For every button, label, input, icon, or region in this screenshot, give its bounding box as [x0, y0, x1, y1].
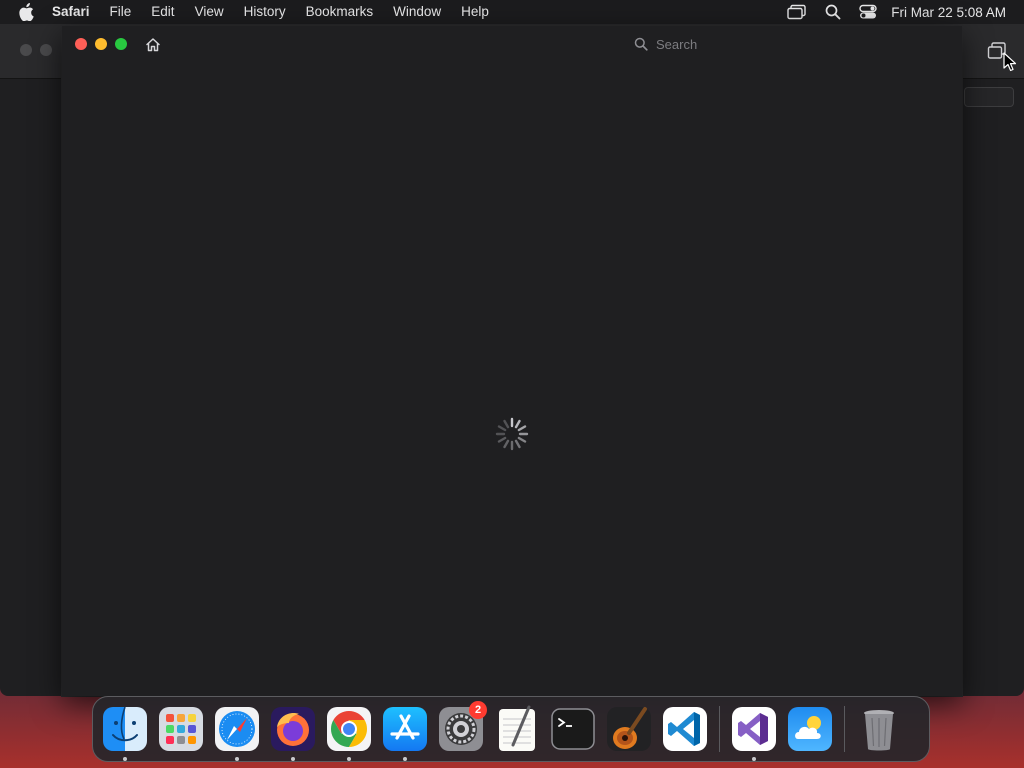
zoom-button[interactable] [115, 38, 127, 50]
dock-finder[interactable] [101, 705, 149, 761]
textedit-icon [499, 705, 535, 751]
safari-icon [215, 707, 259, 751]
minimize-button[interactable] [95, 38, 107, 50]
dock-weather[interactable] [786, 705, 834, 753]
running-indicator [347, 757, 351, 761]
menu-clock[interactable]: Fri Mar 22 5:08 AM [891, 5, 1006, 20]
background-window-field[interactable] [964, 87, 1014, 107]
terminal-icon [551, 708, 595, 750]
dock-separator [844, 706, 845, 752]
home-icon[interactable] [144, 36, 162, 52]
dock-safari[interactable] [213, 705, 261, 761]
menu-help[interactable]: Help [461, 0, 489, 24]
running-indicator [752, 757, 756, 761]
running-indicator [403, 757, 407, 761]
visual-studio-icon [732, 707, 776, 751]
dock-app-store[interactable] [381, 705, 429, 761]
notification-badge: 2 [469, 701, 487, 719]
safari-window [62, 26, 962, 696]
mouse-cursor-icon [1003, 52, 1017, 72]
weather-icon [788, 707, 832, 751]
menu-bar: Safari File Edit View History Bookmarks … [0, 0, 1024, 25]
dock-textedit[interactable] [493, 705, 541, 753]
safari-toolbar [62, 26, 962, 62]
app-store-icon [383, 707, 427, 751]
menu-bookmarks[interactable]: Bookmarks [306, 0, 374, 24]
trash-icon [864, 710, 894, 751]
launchpad-icon [159, 707, 203, 751]
running-indicator [235, 757, 239, 761]
running-indicator [291, 757, 295, 761]
search-input[interactable] [654, 35, 938, 53]
dock-chrome[interactable] [325, 705, 373, 761]
menu-file[interactable]: File [110, 0, 132, 24]
apple-menu-icon[interactable] [18, 3, 36, 21]
dock-launchpad[interactable] [157, 705, 205, 753]
dock-system-settings[interactable]: 2 [437, 701, 487, 753]
search-field[interactable] [628, 32, 950, 56]
background-window-controls [20, 44, 60, 56]
garageband-icon [607, 707, 651, 751]
screen-mirroring-icon[interactable] [787, 4, 807, 20]
vscode-icon [663, 707, 707, 751]
close-button[interactable] [75, 38, 87, 50]
menu-edit[interactable]: Edit [151, 0, 174, 24]
menu-view[interactable]: View [195, 0, 224, 24]
control-center-icon[interactable] [859, 4, 877, 20]
loading-spinner-icon [495, 417, 529, 451]
dock-terminal[interactable] [549, 705, 597, 753]
background-minimize-button[interactable] [40, 44, 52, 56]
running-indicator [123, 757, 127, 761]
window-controls [75, 38, 135, 50]
dock-separator [719, 706, 720, 752]
dock: 2 [92, 696, 930, 762]
search-icon [634, 37, 648, 51]
menu-history[interactable]: History [244, 0, 286, 24]
finder-icon [103, 706, 147, 751]
dock-trash[interactable] [855, 705, 903, 753]
dock-vscode[interactable] [661, 705, 709, 753]
firefox-icon [271, 707, 315, 751]
background-close-button[interactable] [20, 44, 32, 56]
dock-visual-studio[interactable] [730, 705, 778, 761]
dock-garageband[interactable] [605, 705, 653, 753]
chrome-icon [327, 707, 371, 751]
spotlight-search-icon[interactable] [825, 4, 841, 20]
menu-window[interactable]: Window [393, 0, 441, 24]
dock-firefox[interactable] [269, 705, 317, 761]
menu-app-name[interactable]: Safari [52, 0, 90, 24]
